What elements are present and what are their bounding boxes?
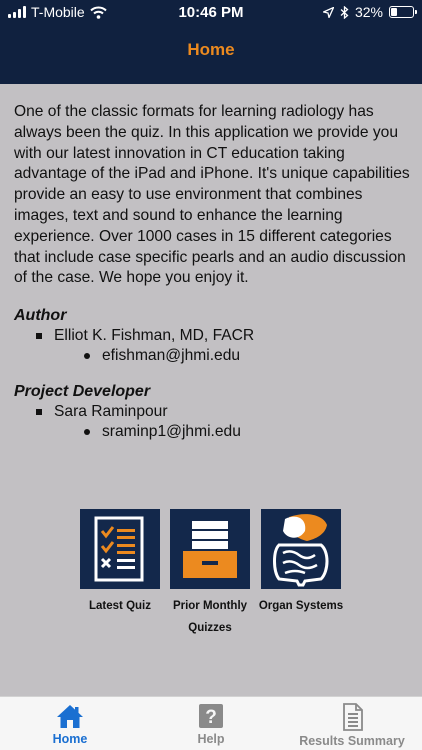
location-icon	[322, 6, 334, 18]
quiz-checklist-icon	[94, 516, 144, 582]
organ-systems-label: Organ Systems	[258, 600, 344, 612]
developer-heading: Project Developer	[14, 383, 151, 401]
author-heading: Author	[14, 307, 67, 325]
tab-results-summary[interactable]: Results Summary	[282, 703, 422, 748]
status-bar: T-Mobile 10:46 PM 32%	[0, 0, 422, 26]
tab-help[interactable]: ? Help	[141, 703, 281, 746]
prior-monthly-quizzes-button[interactable]	[170, 509, 250, 589]
prior-monthly-line-1: Prior Monthly	[172, 600, 248, 612]
results-document-icon	[343, 703, 363, 731]
prior-monthly-quizzes-label: Prior Monthly Quizzes	[165, 595, 255, 639]
help-icon: ?	[199, 704, 223, 728]
author-email-link[interactable]: efishman@jhmi.edu	[102, 347, 240, 365]
file-drawer-icon	[183, 521, 237, 578]
tab-home-label: Home	[52, 732, 88, 746]
developer-name: Sara Raminpour	[54, 403, 168, 421]
author-name-item: Elliot K. Fishman, MD, FACR	[14, 327, 410, 345]
tab-help-label: Help	[197, 732, 225, 746]
square-bullet-icon	[36, 333, 42, 340]
organ-systems-button[interactable]	[261, 509, 341, 589]
latest-quiz-button[interactable]	[80, 509, 160, 589]
bluetooth-icon	[340, 5, 349, 19]
square-bullet-icon	[36, 409, 42, 416]
developer-email-link[interactable]: sraminp1@jhmi.edu	[102, 423, 241, 441]
main-content: One of the classic formats for learning …	[14, 102, 410, 441]
author-email-item[interactable]: efishman@jhmi.edu	[14, 347, 410, 365]
developer-email-item[interactable]: sraminp1@jhmi.edu	[14, 423, 410, 441]
tab-results-summary-label: Results Summary	[299, 734, 405, 748]
battery-percent: 32%	[354, 4, 383, 20]
home-icon	[57, 705, 83, 728]
organ-systems-icon	[273, 514, 329, 587]
tab-bar: Home ? Help Results Summary	[0, 696, 422, 750]
developer-name-item: Sara Raminpour	[14, 403, 410, 421]
latest-quiz-label: Latest Quiz	[89, 600, 151, 612]
battery-icon	[389, 6, 417, 18]
author-name: Elliot K. Fishman, MD, FACR	[54, 327, 255, 345]
top-bar: T-Mobile 10:46 PM 32% Home	[0, 0, 422, 84]
dot-bullet-icon	[84, 353, 90, 360]
page-title: Home	[187, 40, 235, 59]
intro-paragraph: One of the classic formats for learning …	[14, 103, 410, 287]
tile-grid: Latest Quiz Prior Monthly Quizzes Organ …	[0, 509, 422, 639]
dot-bullet-icon	[84, 429, 90, 436]
tab-home[interactable]: Home	[0, 703, 140, 746]
prior-monthly-line-2: Quizzes	[188, 622, 232, 634]
svg-text:?: ?	[205, 707, 217, 728]
